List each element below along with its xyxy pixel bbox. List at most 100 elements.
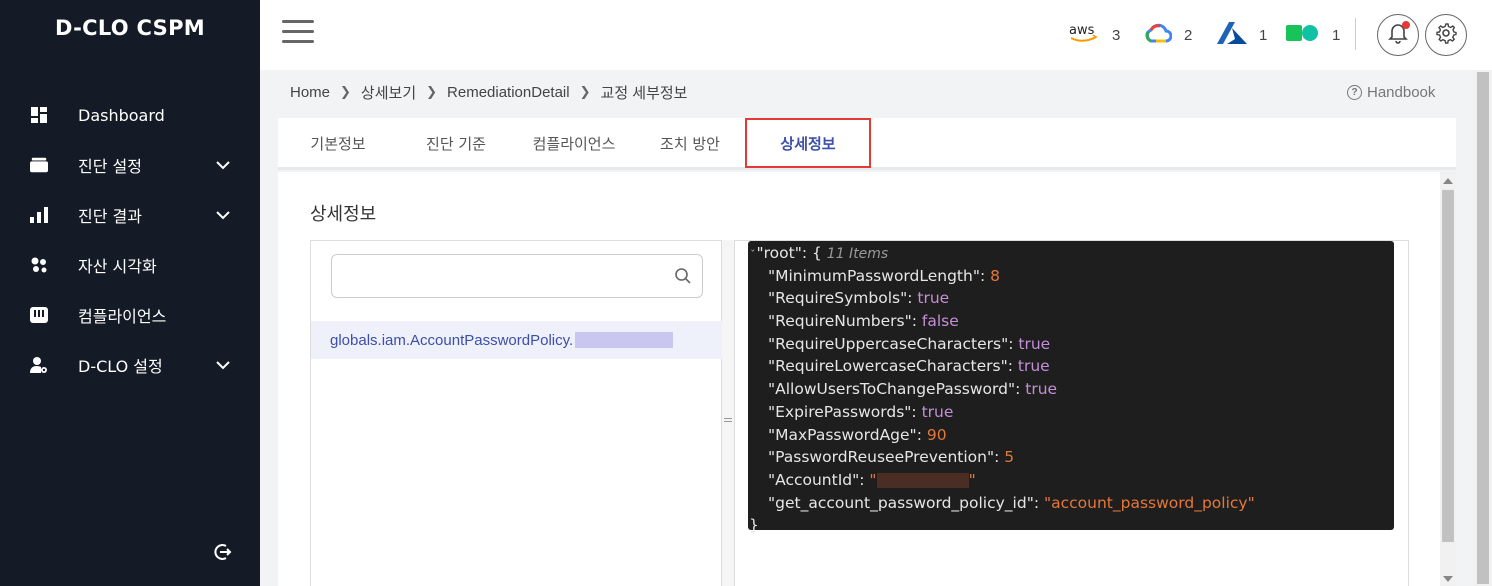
- scroll-up-icon[interactable]: [1443, 178, 1453, 184]
- chevron-down-icon[interactable]: [216, 357, 230, 375]
- scrollbar-thumb[interactable]: [1442, 190, 1454, 542]
- json-key: "RequireSymbols": [768, 289, 908, 308]
- json-key: "PasswordReuseePrevention": [768, 448, 995, 467]
- json-value: 90: [926, 425, 947, 444]
- json-viewer-pane: ˇ"root": { 11 Items "MinimumPasswordLeng…: [734, 240, 1409, 586]
- tab-remediation[interactable]: 조치 방안: [634, 118, 746, 168]
- json-entry: "RequireSymbols": true: [768, 289, 950, 308]
- json-root-key: "root": [756, 244, 802, 262]
- ncp-count: 1: [1332, 26, 1341, 44]
- azure-logo-icon: [1217, 21, 1247, 49]
- cloud-gcp[interactable]: 2: [1144, 20, 1192, 50]
- user-settings-icon: [30, 356, 48, 374]
- brand-logo[interactable]: D-CLO CSPM: [0, 16, 260, 40]
- json-value: true: [917, 289, 950, 308]
- json-key: "get_account_password_policy_id": [768, 493, 1034, 512]
- svg-text:aws: aws: [1069, 23, 1095, 38]
- chevron-right-icon: ❯: [340, 84, 351, 99]
- json-key: "ExpirePasswords": [768, 402, 912, 421]
- sidebar-item-label: 자산 시각화: [78, 257, 157, 276]
- detail-tabs: 기본정보 진단 기준 컴플라이언스 조치 방안 상세정보: [278, 118, 1456, 170]
- breadcrumb-detail-view[interactable]: 상세보기: [361, 82, 416, 103]
- chevron-down-icon[interactable]: [216, 157, 230, 175]
- settings-button[interactable]: [1425, 14, 1467, 56]
- json-entry: "RequireLowercaseCharacters": true: [768, 357, 1050, 376]
- chevron-right-icon: ❯: [426, 84, 438, 99]
- sidebar-item-dashboard[interactable]: Dashboard: [0, 90, 260, 140]
- search-input[interactable]: [342, 265, 662, 287]
- drag-handle-icon: [724, 418, 732, 422]
- json-key: "RequireUppercaseCharacters": [768, 334, 1009, 353]
- chevron-right-icon: ❯: [579, 84, 591, 99]
- json-key: "RequireLowercaseCharacters": [768, 357, 1008, 376]
- cloud-ncp[interactable]: 1: [1286, 20, 1340, 50]
- cloud-azure[interactable]: 1: [1217, 20, 1267, 50]
- sidebar-item-label: D-CLO 설정: [78, 357, 163, 376]
- gcp-logo-icon: [1144, 23, 1173, 48]
- sidebar-item-diagnosis-results[interactable]: 진단 결과: [0, 190, 260, 240]
- logout-icon[interactable]: [212, 542, 232, 562]
- hamburger-menu-icon[interactable]: [282, 20, 314, 46]
- aws-count: 3: [1112, 26, 1121, 44]
- pane-splitter[interactable]: [722, 240, 734, 586]
- json-key: "AllowUsersToChangePassword": [768, 380, 1016, 399]
- json-root-line: ˇ"root": { 11 Items: [748, 242, 1394, 265]
- json-entry: "RequireUppercaseCharacters": true: [768, 334, 1051, 353]
- search-box[interactable]: [331, 254, 703, 298]
- notification-button[interactable]: [1377, 14, 1419, 56]
- breadcrumb-remediation-detail[interactable]: RemediationDetail: [447, 84, 570, 101]
- json-entry: "MaxPasswordAge": 90: [768, 425, 947, 444]
- content-scrollbar[interactable]: [1440, 172, 1456, 586]
- compliance-icon: [30, 306, 48, 324]
- bar-chart-icon: [30, 206, 48, 224]
- json-viewer: ˇ"root": { 11 Items "MinimumPasswordLeng…: [748, 241, 1394, 534]
- json-key: "AccountId": [768, 470, 860, 489]
- sidebar-item-label: Dashboard: [78, 105, 165, 125]
- collapse-toggle-icon[interactable]: ˇ: [750, 248, 756, 261]
- sidebar-item-asset-visualization[interactable]: 자산 시각화: [0, 240, 260, 290]
- json-value: true: [921, 402, 954, 421]
- dashboard-grid-icon: [30, 106, 48, 124]
- json-value: true: [1025, 380, 1058, 399]
- network-nodes-icon: [30, 256, 48, 274]
- list-item[interactable]: globals.iam.AccountPasswordPolicy.: [311, 321, 722, 359]
- page-scrollbar[interactable]: [1474, 70, 1492, 586]
- gcp-count: 2: [1184, 26, 1193, 44]
- handbook-link[interactable]: ? Handbook: [1347, 82, 1435, 102]
- cloud-aws[interactable]: aws 3: [1068, 20, 1120, 50]
- tab-basic-info[interactable]: 기본정보: [278, 118, 398, 168]
- json-value-redacted: " ": [869, 470, 976, 489]
- handbook-label: Handbook: [1367, 83, 1436, 101]
- json-root-open: : {: [801, 244, 822, 262]
- json-value: false: [921, 312, 959, 331]
- top-header: aws 3 2 1 1: [260, 0, 1492, 70]
- json-entry: "PasswordReuseePrevention": 5: [768, 448, 1015, 467]
- tab-compliance[interactable]: 컴플라이언스: [514, 118, 634, 168]
- chevron-down-icon[interactable]: [216, 207, 230, 225]
- breadcrumb: Home ❯ 상세보기 ❯ RemediationDetail ❯ 교정 세부정…: [290, 82, 687, 102]
- redacted-block: [575, 332, 674, 348]
- json-value: 8: [990, 266, 1000, 285]
- json-entry: "AccountId": " ": [768, 470, 976, 489]
- notification-badge: [1402, 21, 1410, 29]
- header-divider: [1355, 18, 1356, 50]
- json-value: 5: [1004, 448, 1015, 467]
- sidebar-item-compliance[interactable]: 컴플라이언스: [0, 290, 260, 340]
- sidebar-item-diagnosis-settings[interactable]: 진단 설정: [0, 140, 260, 190]
- sidebar-item-label: 진단 설정: [78, 157, 142, 176]
- search-icon[interactable]: [674, 267, 692, 290]
- json-entry: "RequireNumbers": false: [768, 312, 959, 331]
- sidebar-item-label: 컴플라이언스: [78, 307, 167, 326]
- section-title: 상세정보: [310, 204, 377, 225]
- sidebar: D-CLO CSPM Dashboard 진단 설정 진단 결과 자산 시각화 …: [0, 0, 260, 586]
- tab-details[interactable]: 상세정보: [745, 118, 871, 168]
- sidebar-item-dclo-settings[interactable]: D-CLO 설정: [0, 340, 260, 390]
- scroll-down-icon[interactable]: [1443, 576, 1453, 582]
- json-value: "account_password_policy": [1043, 493, 1255, 512]
- detail-content: 상세정보 globals.iam.AccountPasswordPolicy. …: [278, 172, 1440, 586]
- scrollbar-thumb[interactable]: [1477, 72, 1489, 584]
- json-value: true: [1017, 357, 1050, 376]
- list-item-label: globals.iam.AccountPasswordPolicy.: [330, 331, 574, 349]
- tab-diagnosis-criteria[interactable]: 진단 기준: [398, 118, 514, 168]
- breadcrumb-home[interactable]: Home: [290, 84, 330, 101]
